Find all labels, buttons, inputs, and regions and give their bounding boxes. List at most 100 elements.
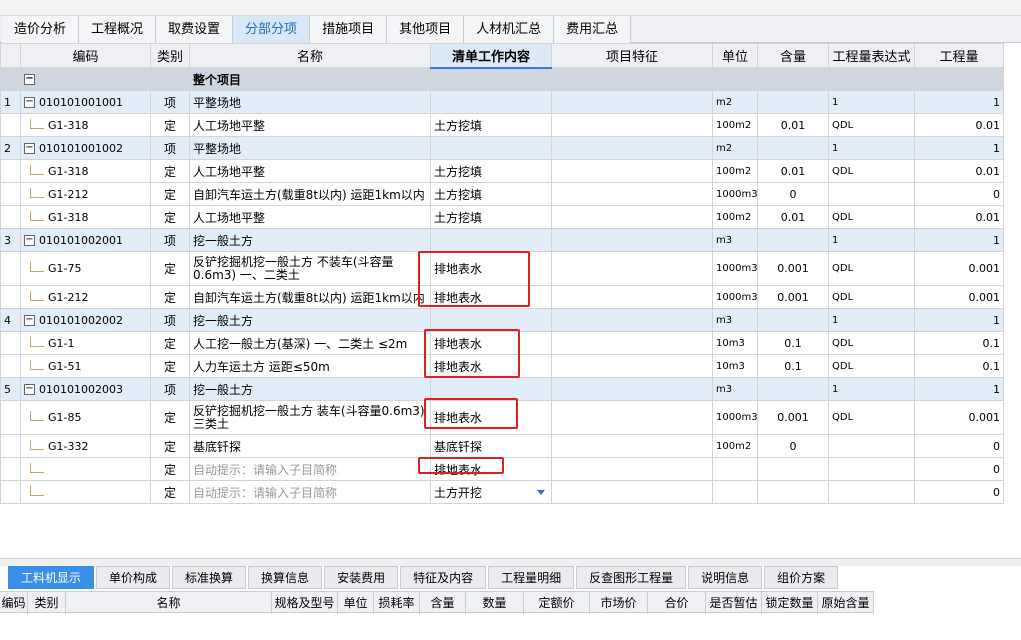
col-header-type[interactable]: 类别 [150, 43, 190, 68]
cell-amount[interactable]: 0 [914, 182, 1004, 206]
item-row[interactable]: 2−010101001002 项平整场地 m2 1 1 [0, 136, 1004, 160]
cell-amount[interactable]: 1 [914, 308, 1004, 332]
cell-unit[interactable]: m3 [712, 377, 758, 401]
cell-code[interactable]: −010101001001 [20, 90, 151, 114]
cell-type[interactable]: 定 [150, 113, 190, 137]
cell-amount[interactable]: 0.001 [914, 400, 1004, 435]
cell-type[interactable]: 定 [150, 205, 190, 229]
cell-expr[interactable]: QDL [828, 354, 915, 378]
tab-0[interactable]: 造价分析 [2, 16, 80, 43]
cell-code[interactable]: −010101002001 [20, 228, 151, 252]
cell-qty[interactable]: 0.1 [757, 331, 829, 355]
cell-qty[interactable] [757, 136, 829, 160]
cell-expr[interactable]: QDL [828, 400, 915, 435]
cell-type[interactable]: 定 [150, 159, 190, 183]
cell-work-content[interactable]: 土方挖填 [430, 113, 552, 137]
cell-code[interactable]: G1-212 [20, 285, 151, 309]
bottom-col-header-3[interactable]: 规格及型号 [272, 592, 338, 614]
cell-type[interactable]: 项 [150, 377, 190, 401]
row-number[interactable] [0, 354, 21, 378]
bottom-tab-4[interactable]: 安装费用 [324, 566, 399, 589]
cell-name[interactable]: 自卸汽车运土方(载重8t以内) 运距1km以内 [189, 285, 431, 309]
cell-work-content[interactable]: 土方挖填 [430, 159, 552, 183]
collapse-icon[interactable]: − [24, 235, 35, 246]
item-row[interactable]: 1−010101001001 项平整场地 m2 1 1 [0, 90, 1004, 114]
cell-expr[interactable] [828, 480, 915, 504]
cell-qty[interactable]: 0.001 [757, 400, 829, 435]
row-number[interactable] [0, 182, 21, 206]
cell-expr[interactable]: 1 [828, 136, 915, 160]
cell-feature[interactable] [551, 331, 713, 355]
cell-amount[interactable]: 0.1 [914, 354, 1004, 378]
cell-expr[interactable]: QDL [828, 205, 915, 229]
bottom-tab-5[interactable]: 特征及内容 [400, 566, 487, 589]
row-number[interactable]: 4 [0, 308, 21, 332]
cell-code[interactable]: G1-75 [20, 251, 151, 286]
cell-expr[interactable]: QDL [828, 285, 915, 309]
collapse-icon[interactable]: − [24, 74, 35, 85]
cell-feature[interactable] [551, 159, 713, 183]
tab-1[interactable]: 工程概况 [79, 16, 157, 43]
col-header-amount[interactable]: 工程量 [914, 43, 1004, 68]
cell-work-content[interactable] [430, 228, 552, 252]
cell-code[interactable]: G1-318 [20, 113, 151, 137]
cell-unit[interactable]: m3 [712, 308, 758, 332]
cell-unit[interactable]: 100m2 [712, 159, 758, 183]
cell-unit[interactable]: 100m2 [712, 113, 758, 137]
cell-unit[interactable]: 100m2 [712, 205, 758, 229]
bottom-col-header-13[interactable]: 原始含量 [818, 592, 874, 614]
cell-qty[interactable] [757, 308, 829, 332]
cell-qty[interactable] [757, 228, 829, 252]
row-number[interactable] [0, 331, 21, 355]
cell-qty[interactable] [757, 480, 829, 504]
bottom-col-header-8[interactable]: 定额价 [524, 592, 590, 614]
bottom-tab-1[interactable]: 单价构成 [96, 566, 171, 589]
cell-type[interactable]: 定 [150, 285, 190, 309]
cell-unit[interactable]: 10m3 [712, 354, 758, 378]
cell-name[interactable]: 反铲挖掘机挖一般土方 装车(斗容量0.6m3) 三类土 [189, 400, 431, 435]
sub-row[interactable]: G1-318 定人工场地平整 土方挖填 100m2 0.01 QDL 0.01 [0, 159, 1004, 183]
cell-feature[interactable] [551, 434, 713, 458]
cell-name[interactable]: 自动提示：请输入子目简称 [189, 480, 431, 504]
cell-type[interactable]: 定 [150, 354, 190, 378]
tab-6[interactable]: 人材机汇总 [464, 16, 555, 43]
cell-name[interactable]: 平整场地 [189, 136, 431, 160]
cell-unit[interactable]: 1000m3 [712, 251, 758, 286]
cell-type[interactable]: 定 [150, 434, 190, 458]
cell-amount[interactable]: 0.001 [914, 285, 1004, 309]
cell-feature[interactable] [551, 182, 713, 206]
sub-row[interactable]: G1-318 定人工场地平整 土方挖填 100m2 0.01 QDL 0.01 [0, 205, 1004, 229]
cell-name[interactable]: 人工场地平整 [189, 113, 431, 137]
cell-expr[interactable]: QDL [828, 159, 915, 183]
cell-amount[interactable]: 1 [914, 228, 1004, 252]
row-number[interactable]: 1 [0, 90, 21, 114]
bottom-col-header-2[interactable]: 名称 [66, 592, 272, 614]
row-number[interactable] [0, 285, 21, 309]
sub-row[interactable]: G1-332 定基底钎探 基底钎探 100m2 0 0 [0, 434, 1004, 458]
cell-amount[interactable]: 1 [914, 90, 1004, 114]
cell-amount[interactable]: 0.01 [914, 159, 1004, 183]
cell-unit[interactable]: 1000m3 [712, 285, 758, 309]
section-row[interactable]: − 整个项目 [0, 67, 1004, 91]
cell-unit[interactable]: 1000m3 [712, 400, 758, 435]
cell-amount[interactable]: 0.01 [914, 205, 1004, 229]
bottom-col-header-6[interactable]: 含量 [420, 592, 466, 614]
row-number[interactable]: 3 [0, 228, 21, 252]
cell-expr[interactable]: QDL [828, 251, 915, 286]
cell-name[interactable]: 人工场地平整 [189, 205, 431, 229]
cell-work-content[interactable]: 土方挖填 [430, 182, 552, 206]
cell-expr[interactable]: 1 [828, 90, 915, 114]
collapse-icon[interactable]: − [24, 315, 35, 326]
col-header-feature[interactable]: 项目特征 [551, 43, 713, 68]
cell-type[interactable]: 定 [150, 400, 190, 435]
cell-type[interactable]: 项 [150, 228, 190, 252]
cell-work-content[interactable] [430, 136, 552, 160]
chevron-down-icon[interactable] [537, 490, 545, 495]
cell-feature[interactable] [551, 480, 713, 504]
cell-name[interactable]: 基底钎探 [189, 434, 431, 458]
cell-expr[interactable] [828, 182, 915, 206]
col-header-name[interactable]: 名称 [189, 43, 431, 68]
cell-type[interactable]: 定 [150, 480, 190, 504]
col-header-work[interactable]: 清单工作内容 [430, 43, 552, 69]
cell-type[interactable]: 定 [150, 331, 190, 355]
